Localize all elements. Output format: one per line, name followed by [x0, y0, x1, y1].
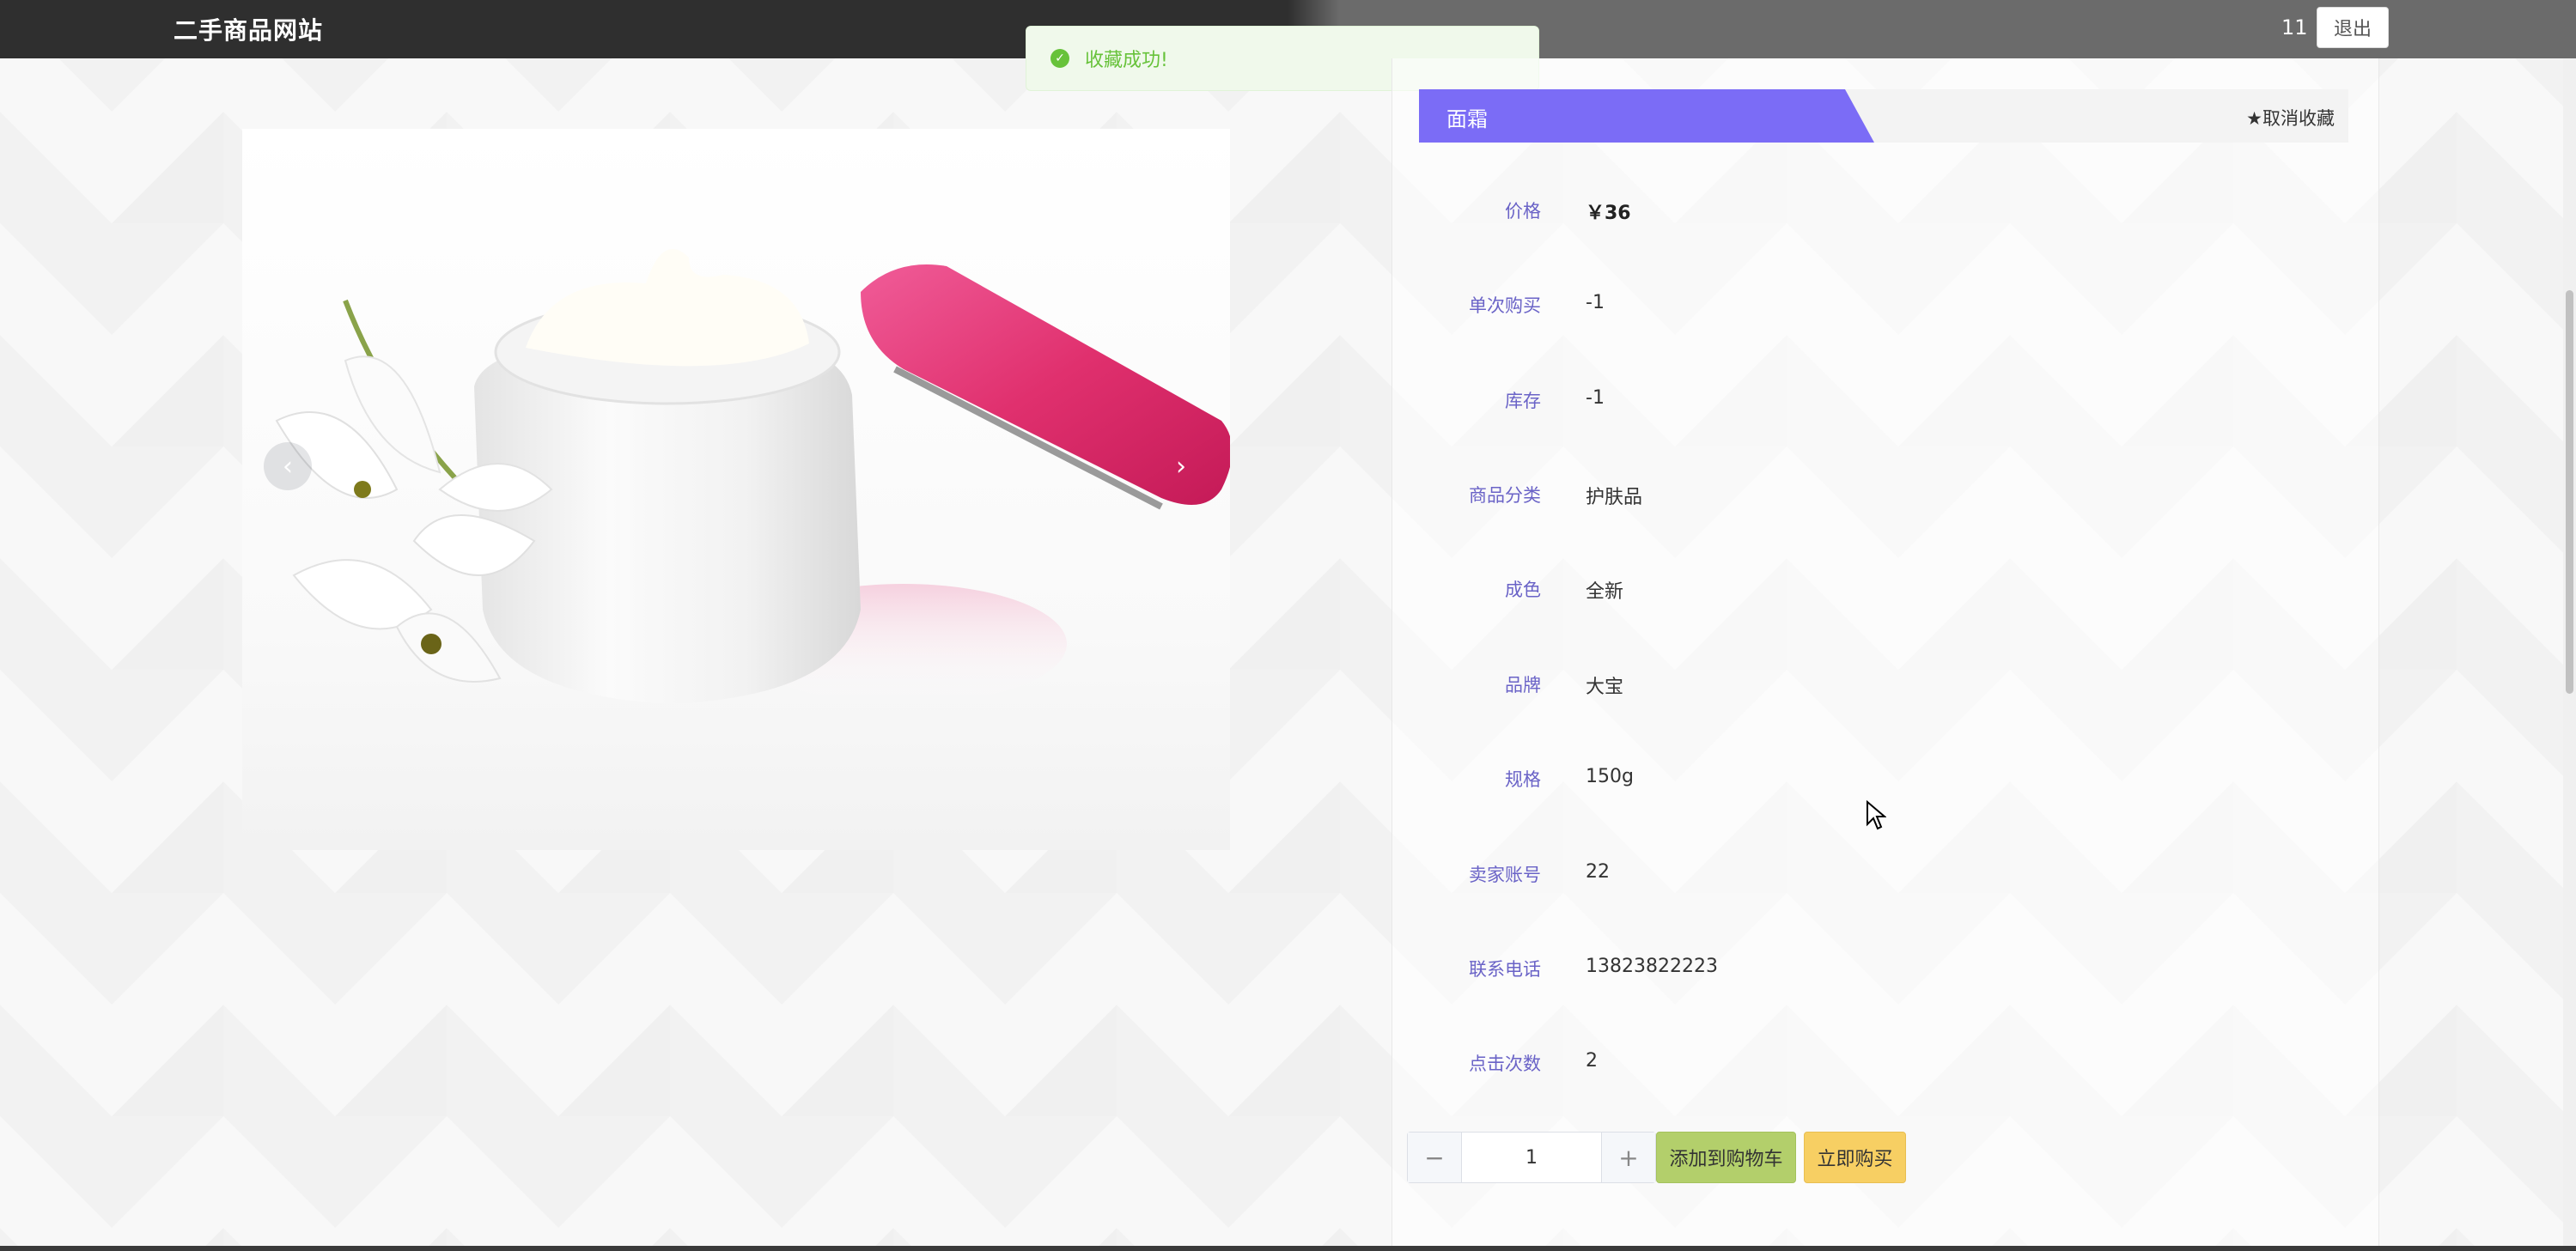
- site-title[interactable]: 二手商品网站: [174, 12, 323, 46]
- add-to-cart-button[interactable]: 添加到购物车: [1656, 1132, 1796, 1183]
- detail-row-purchase-limit: 单次购买 -1: [1469, 292, 1605, 316]
- detail-row-condition: 成色 全新: [1505, 580, 1624, 603]
- detail-row-phone: 联系电话 13823822223: [1469, 956, 1718, 980]
- detail-row-brand: 品牌 大宝: [1505, 675, 1624, 698]
- detail-row-price: 价格 ￥36: [1505, 201, 1631, 224]
- product-image-carousel[interactable]: ‹ ›: [242, 129, 1230, 850]
- detail-row-clicks: 点击次数 2: [1469, 1050, 1598, 1074]
- detail-row-stock: 库存 -1: [1505, 387, 1605, 411]
- mouse-cursor-icon: [1867, 800, 1886, 830]
- detail-row-spec: 规格 150g: [1505, 766, 1634, 790]
- star-icon: ★: [2246, 108, 2262, 129]
- detail-row-category: 商品分类 护肤品: [1469, 485, 1643, 508]
- carousel-prev-arrow[interactable]: ‹: [264, 442, 312, 490]
- unfavorite-button[interactable]: ★取消收藏: [2246, 105, 2335, 131]
- toast-message: 收藏成功!: [1085, 50, 1168, 71]
- product-image: [275, 249, 1230, 704]
- detail-row-seller: 卖家账号 22: [1469, 861, 1610, 885]
- logout-button[interactable]: 退出: [2317, 7, 2389, 48]
- bottom-border: [0, 1246, 2576, 1251]
- carousel-next-arrow[interactable]: ›: [1157, 442, 1205, 490]
- buy-now-button[interactable]: 立即购买: [1804, 1132, 1906, 1183]
- scrollbar-thumb[interactable]: [2566, 290, 2573, 694]
- quantity-decrease-button[interactable]: −: [1408, 1133, 1462, 1182]
- quantity-input[interactable]: 1: [1462, 1133, 1601, 1182]
- product-title-bar: 面霜 ★取消收藏: [1419, 89, 2348, 143]
- quantity-stepper[interactable]: − 1 +: [1407, 1132, 1656, 1183]
- username-label: 11: [2281, 15, 2308, 39]
- product-name: 面霜: [1446, 107, 1488, 131]
- quantity-increase-button[interactable]: +: [1601, 1133, 1655, 1182]
- page-scrollbar[interactable]: [2563, 58, 2576, 1251]
- check-circle-icon: ✓: [1050, 49, 1069, 68]
